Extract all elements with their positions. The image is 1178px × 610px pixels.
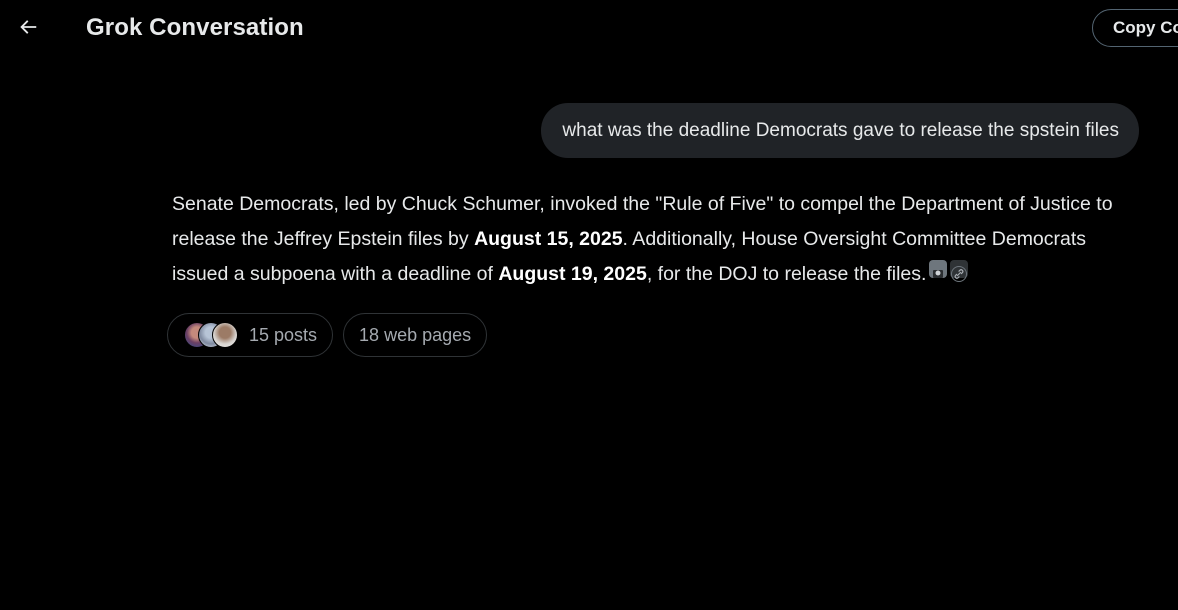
sources-chips: 15 posts 18 web pages	[167, 313, 488, 357]
user-message-text: what was the deadline Democrats gave to …	[562, 119, 1119, 141]
avatar-stack	[184, 322, 238, 348]
page-title: Grok Conversation	[86, 14, 304, 41]
copy-conversation-button[interactable]: Copy Co	[1092, 9, 1178, 47]
posts-count-label: 15 posts	[249, 324, 318, 345]
web-pages-sources-chip[interactable]: 18 web pages	[343, 313, 488, 357]
back-button[interactable]	[8, 9, 48, 49]
avatar	[212, 322, 238, 348]
arrow-left-icon	[17, 16, 39, 43]
grok-answer: Senate Democrats, led by Chuck Schumer, …	[172, 187, 1147, 292]
link-citation-icon[interactable]	[950, 260, 969, 282]
answer-bold-date-1: August 15, 2025	[474, 228, 623, 250]
web-pages-count-label: 18 web pages	[359, 324, 472, 345]
user-message-bubble: what was the deadline Democrats gave to …	[541, 103, 1139, 158]
answer-bold-date-2: August 19, 2025	[498, 263, 647, 285]
x-post-citation-icon[interactable]	[929, 260, 948, 278]
answer-text-part-3: , for the DOJ to release the files.	[646, 263, 927, 285]
posts-sources-chip[interactable]: 15 posts	[167, 313, 334, 357]
top-bar: Grok Conversation Copy Co	[0, 0, 1178, 58]
